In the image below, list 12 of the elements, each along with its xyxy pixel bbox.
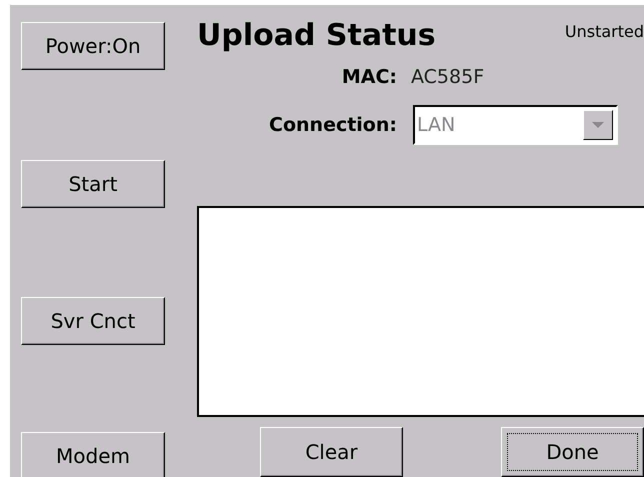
action-button[interactable]: Clear (260, 426, 403, 477)
mac-label: MAC: (340, 66, 397, 88)
page-title: Upload Status (197, 21, 436, 51)
mac-value: AC585F (411, 66, 484, 88)
action-button[interactable]: Done (501, 426, 644, 477)
side-button[interactable]: Power:On (21, 22, 165, 70)
log-area[interactable] (197, 206, 644, 417)
side-button[interactable]: Svr Cnct (21, 297, 165, 345)
status-text: Unstarted (564, 22, 644, 41)
side-button[interactable]: Modem (21, 432, 165, 477)
side-button[interactable]: Start (21, 160, 165, 208)
connection-label: Connection: (268, 114, 397, 136)
